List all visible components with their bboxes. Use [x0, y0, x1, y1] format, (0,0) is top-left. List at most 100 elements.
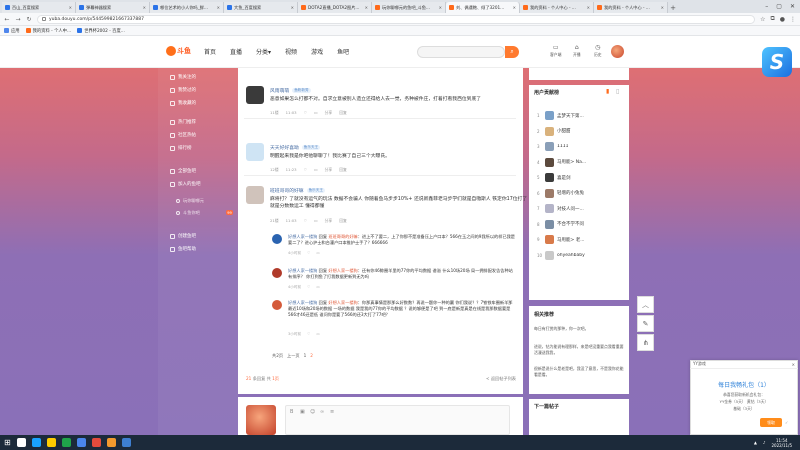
profile-icon[interactable]: ●	[780, 16, 785, 23]
reply-textarea[interactable]	[285, 405, 510, 435]
tab-close-icon[interactable]: ✕	[513, 5, 516, 10]
pager-page-1[interactable]: 1	[304, 353, 307, 359]
sidebar-item[interactable]: 热门推荐	[170, 119, 196, 125]
header-icon-item[interactable]: ▭ 客户端	[550, 45, 561, 58]
nav-item[interactable]: 直播	[230, 47, 242, 56]
rank-item[interactable]: 7 对技人问一...	[537, 204, 622, 213]
post-username[interactable]: 风雨萌萌 鱼粉新秀	[270, 87, 311, 94]
rank-item[interactable]: 5 喜是剑	[537, 173, 622, 182]
rank-item[interactable]: 3 1111	[537, 142, 622, 151]
reply-avatar-small[interactable]	[272, 300, 282, 310]
post-reply-action[interactable]: 回复	[339, 110, 347, 116]
back-to-list-link[interactable]: < 返回帖子列表	[486, 376, 516, 382]
star-bookmark-icon[interactable]: ☆	[760, 16, 765, 23]
rank-tab-alt-icon[interactable]: ▯	[616, 88, 619, 95]
sidebar-item[interactable]: 我关注的	[170, 74, 196, 80]
sidebar-item[interactable]: 我赞过的	[170, 87, 196, 93]
url-field[interactable]: yuba.douyu.com/p/544599821667337887	[37, 14, 756, 24]
like-icon[interactable]: ♡	[304, 167, 307, 173]
taskbar-app-icon[interactable]	[61, 438, 71, 447]
notification-close-icon[interactable]: ×	[792, 362, 795, 367]
nav-item[interactable]: 鱼吧	[337, 47, 349, 56]
maximize-icon[interactable]: ▢	[776, 3, 782, 10]
pager-page-2[interactable]: 2	[310, 353, 313, 359]
bookmark-item[interactable]: 世界杯2002 - 百度...	[77, 28, 125, 34]
post-avatar[interactable]	[246, 186, 264, 204]
browser-tab[interactable]: 刘、偶遇鲍、倾了3201... ✕	[446, 2, 520, 13]
reply-icon[interactable]: ▭	[314, 167, 318, 173]
notification-check-icon[interactable]: ✓	[785, 420, 788, 425]
rank-item[interactable]: 2 小甜甜	[537, 126, 622, 136]
sidebar-item[interactable]: 全部鱼吧	[170, 168, 196, 174]
link-icon[interactable]: ∞	[320, 409, 324, 415]
post-username[interactable]: 班班哥哥的好嘛 鱼乐天王	[270, 187, 325, 194]
reply-reply-icon[interactable]: ▭	[316, 285, 319, 290]
sidebar-item[interactable]: 我收藏的	[170, 100, 196, 106]
user-avatar[interactable]	[611, 45, 624, 58]
network-icon[interactable]: ▲	[754, 440, 757, 445]
browser-tab[interactable]: DOTA2直播_DOTA2图片... ✕	[298, 2, 372, 13]
reply-like-icon[interactable]: ♡	[307, 251, 310, 256]
related-item[interactable]: 每日有打赏的那种，你一次吧。	[534, 326, 624, 332]
nav-item[interactable]: 游戏	[311, 47, 323, 56]
rank-item[interactable]: 10 ohyeahbaby	[537, 250, 622, 260]
tab-close-icon[interactable]: ✕	[291, 5, 294, 10]
new-tab-button[interactable]: +	[668, 3, 678, 13]
post-share-action[interactable]: 分享	[325, 218, 333, 224]
browser-tab[interactable]: 我的资料 - 个人中心 - ... ✕	[520, 2, 594, 13]
reply-icon[interactable]: ▭	[314, 218, 318, 224]
image-icon[interactable]: ▣	[300, 409, 305, 415]
taskbar-app-icon[interactable]	[46, 438, 56, 447]
emoji-icon[interactable]: ☺	[310, 409, 315, 415]
reply-icon[interactable]: ▭	[314, 110, 318, 116]
start-icon[interactable]: ⊞	[4, 438, 11, 447]
rank-item[interactable]: 4 马甩能> Na...	[537, 157, 622, 167]
browser-tab[interactable]: 玩你聊哪元的鱼吧_斗鱼... ✕	[372, 2, 446, 13]
sidebar-bottom-item[interactable]: 创建鱼吧	[170, 233, 196, 239]
reply-avatar-small[interactable]	[272, 234, 282, 244]
tab-close-icon[interactable]: ✕	[69, 5, 72, 10]
tab-close-icon[interactable]: ✕	[217, 5, 220, 10]
clock[interactable]: 11:54 2022/11/5	[771, 438, 792, 448]
sidebar-item[interactable]: 排行榜	[170, 145, 192, 151]
taskbar-app-icon[interactable]	[76, 438, 86, 447]
tab-close-icon[interactable]: ✕	[661, 5, 664, 10]
s-app-icon[interactable]: S	[762, 47, 792, 77]
post-share-action[interactable]: 分享	[325, 167, 333, 173]
bookmark-item[interactable]: 应用	[4, 28, 20, 34]
list-icon[interactable]: ≡	[330, 409, 334, 415]
sidebar-item[interactable]: 社区热帖	[170, 132, 196, 138]
reply-like-icon[interactable]: ♡	[307, 285, 310, 290]
notification-title[interactable]: 每日我畅礼包（1）	[690, 380, 798, 389]
post-reply-action[interactable]: 回复	[339, 218, 347, 224]
sidebar-sub-item[interactable]: 玩你聊哪元	[176, 198, 204, 204]
browser-tab[interactable]: 我的资料 - 个人中心 - ... ✕	[594, 2, 668, 13]
nav-item[interactable]: 视频	[285, 47, 297, 56]
rank-item[interactable]: 1 孟梦天下第...	[537, 111, 622, 120]
reply-like-icon[interactable]: ♡	[307, 332, 310, 337]
taskbar-app-icon[interactable]	[91, 438, 101, 447]
bold-icon[interactable]: B	[290, 409, 293, 415]
post-reply-action[interactable]: 回复	[339, 167, 347, 173]
header-icon-item[interactable]: ◷ 历史	[594, 45, 602, 58]
browser-tab[interactable]: 百山_百度搜索 ✕	[2, 2, 76, 13]
sidebar-sub-item[interactable]: 斗鱼你吧	[176, 210, 200, 216]
reload-icon[interactable]: ↻	[26, 16, 32, 23]
like-icon[interactable]: ♡	[304, 218, 307, 224]
reply-reply-icon[interactable]: ▭	[316, 332, 319, 337]
related-item[interactable]: 进说，钻为能说有理那样，来是吧没重要点我看重要活漫送我我，	[534, 344, 624, 356]
like-icon[interactable]: ♡	[304, 110, 307, 116]
taskbar-app-icon[interactable]	[106, 438, 116, 447]
reply-avatar-small[interactable]	[272, 268, 282, 278]
sidebar-bottom-item[interactable]: 鱼吧帮助	[170, 246, 196, 252]
post-avatar[interactable]	[246, 86, 264, 104]
reply-mention[interactable]: 好想人家一楼狗	[328, 268, 357, 273]
rank-item[interactable]: 8 不合不学不问	[537, 219, 622, 229]
back-icon[interactable]: ←	[4, 16, 10, 23]
browser-tab[interactable]: 大鱼_百度搜索 ✕	[224, 2, 298, 13]
rank-tab-icon[interactable]: ▮	[606, 88, 609, 95]
header-icon-item[interactable]: ⌂ 开播	[573, 45, 581, 58]
reply-username[interactable]: 好想人家一楼狗	[288, 268, 317, 273]
rank-item[interactable]: 6 轻增的小兔兔	[537, 188, 622, 198]
reply-mention[interactable]: 好想人家一楼狗	[328, 300, 357, 305]
